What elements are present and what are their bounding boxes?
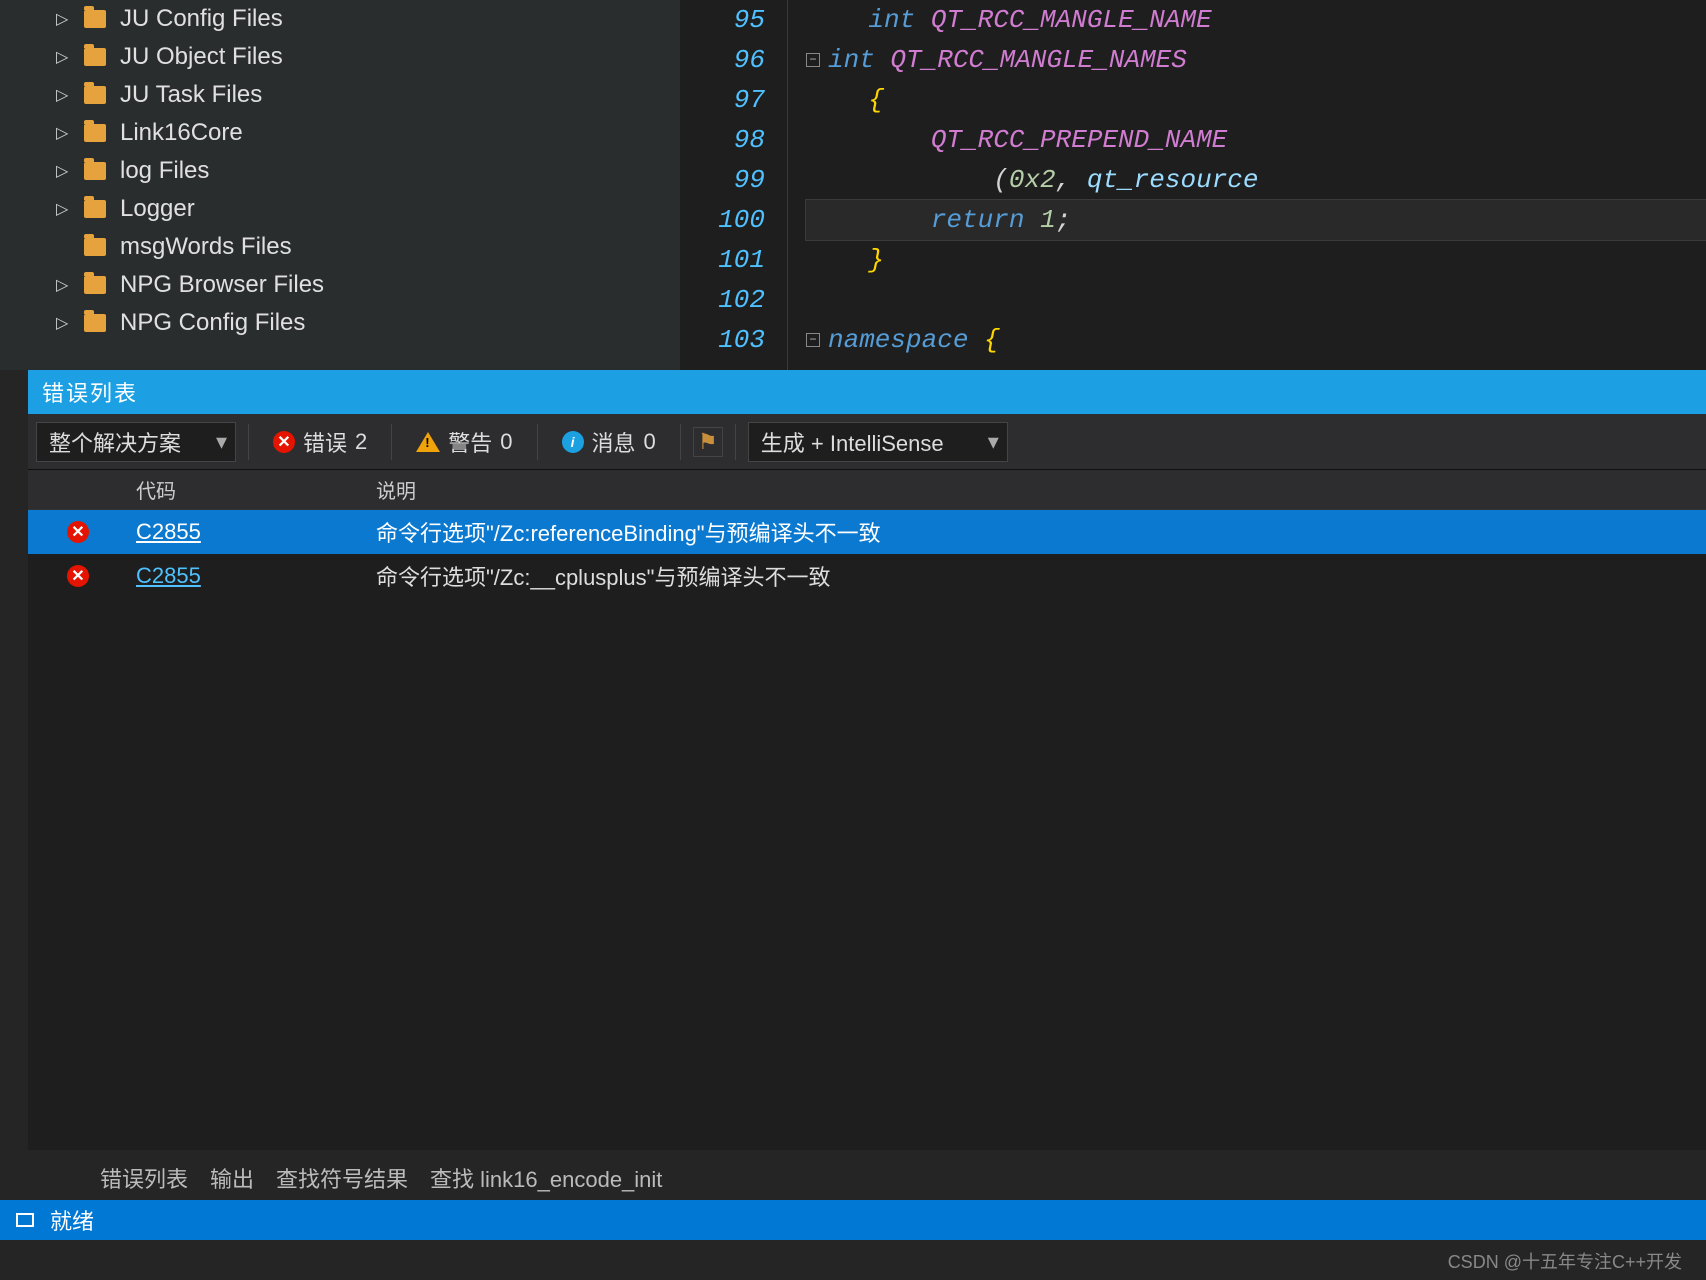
expand-icon[interactable]: ▷ bbox=[56, 275, 70, 295]
error-description: 命令行选项"/Zc:__cplusplus"与预编译头不一致 bbox=[368, 560, 1706, 592]
source-dropdown[interactable]: 生成 + IntelliSense bbox=[748, 422, 1008, 462]
folder-icon bbox=[84, 124, 106, 142]
line-number: 99 bbox=[688, 160, 765, 200]
code-area[interactable]: int QT_RCC_MANGLE_NAME−int QT_RCC_MANGLE… bbox=[788, 0, 1706, 370]
code-line[interactable]: int QT_RCC_MANGLE_NAME bbox=[806, 0, 1706, 40]
output-tab[interactable]: 查找符号结果 bbox=[276, 1162, 408, 1194]
code-line[interactable] bbox=[806, 280, 1706, 320]
error-icon: ✕ bbox=[67, 565, 89, 587]
line-number: 103 bbox=[688, 320, 765, 360]
separator bbox=[680, 424, 681, 460]
solution-explorer[interactable]: ▷ JU Config Files ▷ JU Object Files ▷ JU Task… bbox=[0, 0, 680, 370]
warnings-chip[interactable]: 警告 0 bbox=[404, 422, 524, 462]
expand-icon[interactable]: ▷ bbox=[56, 9, 70, 29]
tree-item-label: JU Object Files bbox=[120, 43, 283, 71]
tree-item-label: JU Task Files bbox=[120, 81, 262, 109]
status-text: 就绪 bbox=[50, 1204, 94, 1236]
error-list-panel: 错误列表 整个解决方案 ✕ 错误 2 警告 0 i 消息 0 ⚑ 生成 + In… bbox=[28, 370, 1706, 1150]
tree-item[interactable]: ▷ JU Object Files bbox=[0, 38, 680, 76]
col-desc-header[interactable]: 说明 bbox=[368, 475, 1706, 504]
error-code[interactable]: C2855 bbox=[128, 563, 368, 589]
tree-item-label: NPG Browser Files bbox=[120, 271, 324, 299]
filter-icon[interactable]: ⚑ bbox=[693, 427, 723, 457]
folder-icon bbox=[84, 200, 106, 218]
code-line[interactable]: (0x2, qt_resource bbox=[806, 160, 1706, 200]
error-list-header[interactable]: 代码 说明 bbox=[28, 470, 1706, 510]
code-line[interactable]: −namespace { bbox=[806, 320, 1706, 360]
line-number: 101 bbox=[688, 240, 765, 280]
separator bbox=[248, 424, 249, 460]
error-description: 命令行选项"/Zc:referenceBinding"与预编译头不一致 bbox=[368, 516, 1706, 548]
messages-chip[interactable]: i 消息 0 bbox=[550, 422, 668, 462]
output-tab[interactable]: 查找 link16_encode_init bbox=[430, 1162, 662, 1194]
tree-item[interactable]: ▷ JU Task Files bbox=[0, 76, 680, 114]
folder-icon bbox=[84, 238, 106, 256]
code-line[interactable]: −int QT_RCC_MANGLE_NAMES bbox=[806, 40, 1706, 80]
error-list-title[interactable]: 错误列表 bbox=[28, 370, 1706, 414]
tree-item[interactable]: ▷ Link16Core bbox=[0, 114, 680, 152]
line-number: 97 bbox=[688, 80, 765, 120]
watermark: CSDN @十五年专注C++开发 bbox=[1448, 1248, 1682, 1274]
tree-item[interactable]: ▷ JU Config Files bbox=[0, 0, 680, 38]
info-icon: i bbox=[562, 431, 584, 453]
errors-chip[interactable]: ✕ 错误 2 bbox=[261, 422, 379, 462]
line-number: 96 bbox=[688, 40, 765, 80]
source-label: 生成 + IntelliSense bbox=[761, 426, 944, 458]
line-number: 102 bbox=[688, 280, 765, 320]
line-number: 95 bbox=[688, 0, 765, 40]
line-number: 98 bbox=[688, 120, 765, 160]
error-row[interactable]: ✕ C2855命令行选项"/Zc:referenceBinding"与预编译头不一… bbox=[28, 510, 1706, 554]
tree-item-label: log Files bbox=[120, 157, 209, 185]
tree-item-label: msgWords Files bbox=[120, 233, 292, 261]
expand-icon[interactable]: ▷ bbox=[56, 161, 70, 181]
expand-icon[interactable]: ▷ bbox=[56, 313, 70, 333]
folder-icon bbox=[84, 276, 106, 294]
tree-item[interactable]: ▷ NPG Browser Files bbox=[0, 266, 680, 304]
expand-icon[interactable]: ▷ bbox=[56, 85, 70, 105]
tree-item-label: NPG Config Files bbox=[120, 309, 305, 337]
output-tab[interactable]: 错误列表 bbox=[100, 1162, 188, 1194]
code-editor[interactable]: 9596979899100101102103 int QT_RCC_MANGLE… bbox=[680, 0, 1706, 370]
code-line[interactable]: } bbox=[806, 240, 1706, 280]
warning-icon bbox=[416, 432, 440, 452]
folder-icon bbox=[84, 10, 106, 28]
tree-item-label: JU Config Files bbox=[120, 5, 283, 33]
scope-label: 整个解决方案 bbox=[49, 426, 181, 458]
code-line[interactable]: QT_RCC_PREPEND_NAME bbox=[806, 120, 1706, 160]
folder-icon bbox=[84, 86, 106, 104]
scope-dropdown[interactable]: 整个解决方案 bbox=[36, 422, 236, 462]
line-gutter: 9596979899100101102103 bbox=[688, 0, 788, 370]
status-bar: 就绪 bbox=[0, 1200, 1706, 1240]
tree-item[interactable]: ▷ Logger bbox=[0, 190, 680, 228]
error-row[interactable]: ✕ C2855命令行选项"/Zc:__cplusplus"与预编译头不一致 bbox=[28, 554, 1706, 598]
tree-item-label: Logger bbox=[120, 195, 195, 223]
output-tabs: 错误列表输出查找符号结果查找 link16_encode_init bbox=[100, 1162, 662, 1194]
error-icon: ✕ bbox=[273, 431, 295, 453]
tree-item-label: Link16Core bbox=[120, 119, 243, 147]
line-number: 100 bbox=[688, 200, 765, 240]
col-code-header[interactable]: 代码 bbox=[128, 475, 368, 504]
separator bbox=[735, 424, 736, 460]
error-list-toolbar: 整个解决方案 ✕ 错误 2 警告 0 i 消息 0 ⚑ 生成 + Intelli… bbox=[28, 414, 1706, 470]
code-line[interactable]: { bbox=[806, 80, 1706, 120]
output-tab[interactable]: 输出 bbox=[210, 1162, 254, 1194]
folder-icon bbox=[84, 314, 106, 332]
tree-item[interactable]: msgWords Files bbox=[0, 228, 680, 266]
expand-icon[interactable]: ▷ bbox=[56, 47, 70, 67]
separator bbox=[537, 424, 538, 460]
tree-item[interactable]: ▷ log Files bbox=[0, 152, 680, 190]
folder-icon bbox=[84, 162, 106, 180]
separator bbox=[391, 424, 392, 460]
error-icon: ✕ bbox=[67, 521, 89, 543]
tree-item[interactable]: ▷ NPG Config Files bbox=[0, 304, 680, 342]
expand-icon[interactable]: ▷ bbox=[56, 123, 70, 143]
status-square-icon bbox=[16, 1213, 34, 1227]
expand-icon[interactable]: ▷ bbox=[56, 199, 70, 219]
code-line[interactable]: return 1; bbox=[806, 200, 1706, 240]
error-code[interactable]: C2855 bbox=[128, 519, 368, 545]
folder-icon bbox=[84, 48, 106, 66]
